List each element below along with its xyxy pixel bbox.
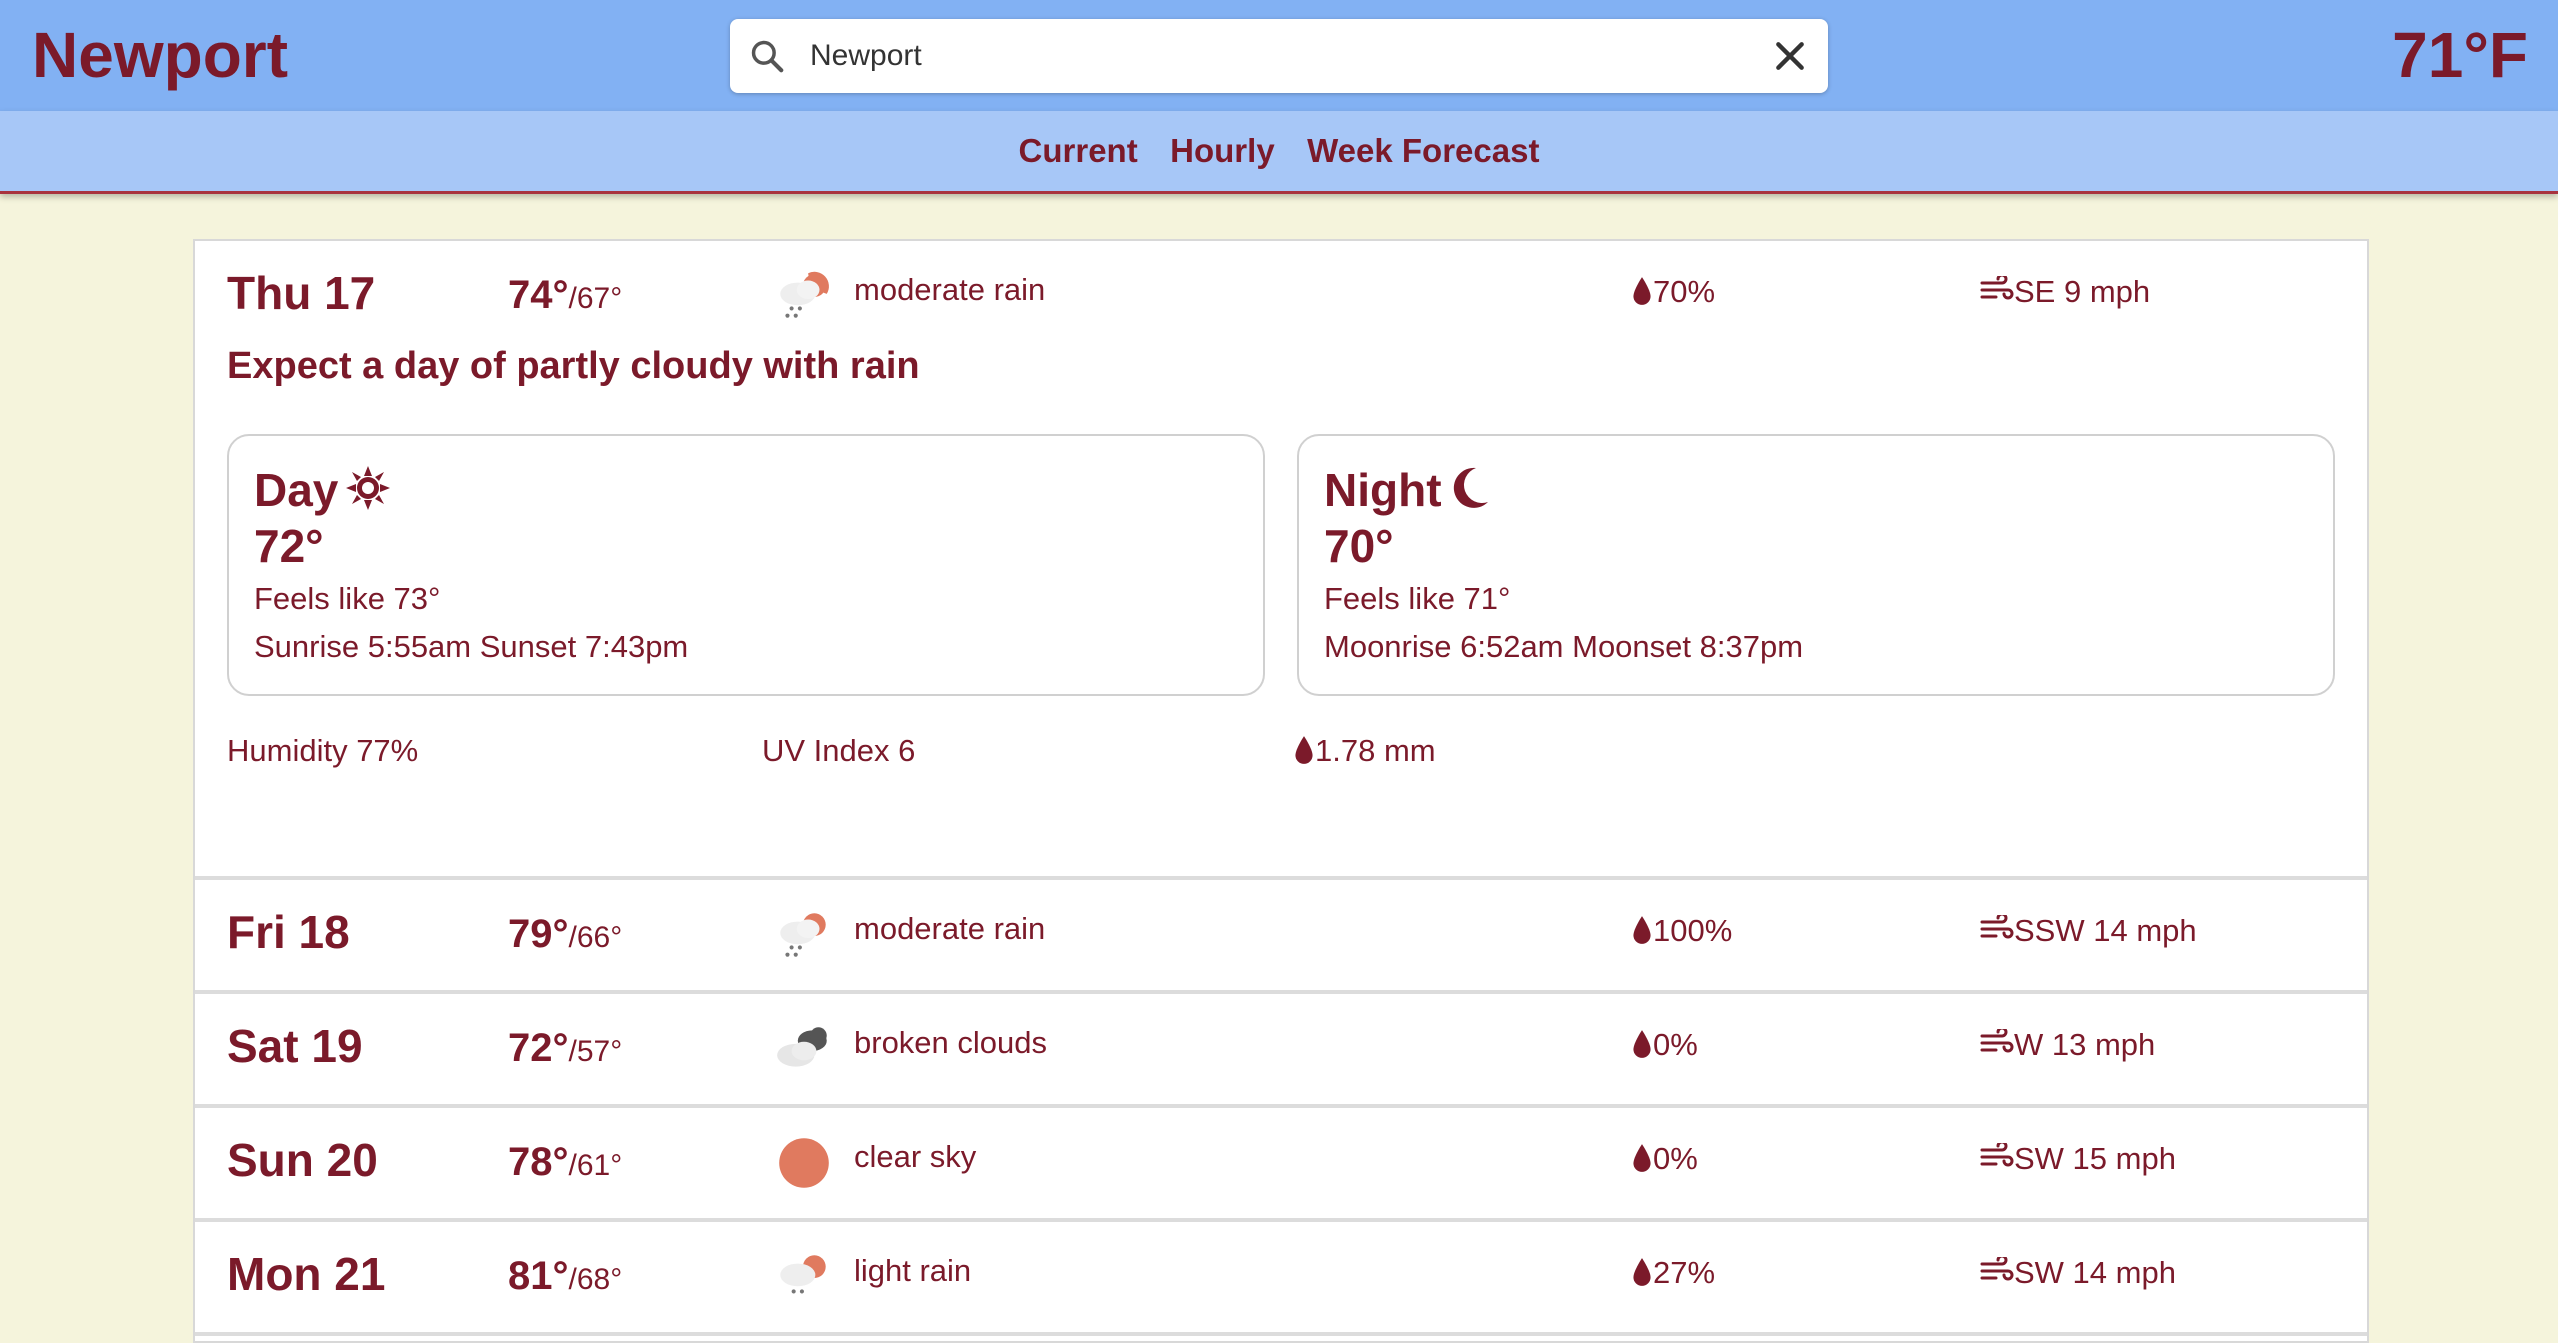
forecast-row[interactable]: Sun 20 78°/61° clear sky 0% SW 15 mph xyxy=(195,1108,2367,1222)
condition-text: clear sky xyxy=(854,1139,977,1174)
day-name: Fri 18 xyxy=(227,906,350,958)
raindrop-icon xyxy=(1633,916,1651,944)
forecast-row[interactable]: Mon 21 81°/68° light rain 27% SW 14 mph xyxy=(195,1222,2367,1336)
wind-info: SSW 14 mph xyxy=(1980,908,2197,954)
search-box[interactable] xyxy=(730,19,1828,93)
day-summary: Expect a day of partly cloudy with rain xyxy=(227,345,920,387)
precip-chance: 70% xyxy=(1631,269,1715,315)
clear-search-icon[interactable] xyxy=(1770,36,1810,76)
current-temperature: 71°F xyxy=(2392,19,2528,91)
uv-index: UV Index 6 xyxy=(762,733,916,768)
wind-icon xyxy=(1980,276,2014,300)
condition-text: moderate rain xyxy=(854,911,1046,946)
day-card-sunrise-sunset: Sunrise 5:55am Sunset 7:43pm xyxy=(254,629,689,664)
raindrop-icon xyxy=(1633,1258,1651,1286)
condition-text: broken clouds xyxy=(854,1025,1048,1060)
raindrop-icon xyxy=(1295,736,1313,764)
precip-chance: 0% xyxy=(1631,1136,1698,1182)
day-name: Sat 19 xyxy=(227,1020,363,1072)
temp-high-low: 78°/61° xyxy=(508,1140,623,1184)
day-card-title: Day xyxy=(254,460,392,520)
day-name: Thu 17 xyxy=(227,267,376,319)
raindrop-icon xyxy=(1633,1144,1651,1172)
night-card-title: Night xyxy=(1324,460,1492,520)
search-input[interactable] xyxy=(810,31,1690,81)
clear-sky-icon xyxy=(779,1138,829,1188)
raindrop-icon xyxy=(1633,277,1651,305)
wind-info: SW 15 mph xyxy=(1980,1136,2176,1182)
forecast-row-expanded[interactable]: Thu 17 74°/67° moderate rain 70% SE 9 mp… xyxy=(195,241,2367,880)
temp-high-low: 72°/57° xyxy=(508,1026,623,1070)
rain-amount: 1.78 mm xyxy=(1293,728,1436,774)
tab-current[interactable]: Current xyxy=(1019,111,1138,191)
wind-info: SE 9 mph xyxy=(1980,269,2150,315)
humidity: Humidity 77% xyxy=(227,733,419,768)
city-title: Newport xyxy=(32,19,288,91)
sun-icon xyxy=(346,466,391,510)
wind-icon xyxy=(1980,1143,2014,1167)
day-name: Mon 21 xyxy=(227,1248,386,1300)
day-card-feels-like: Feels like 73° xyxy=(254,581,441,616)
day-name: Sun 20 xyxy=(227,1134,378,1186)
night-card-feels-like: Feels like 71° xyxy=(1324,581,1511,616)
tab-hourly[interactable]: Hourly xyxy=(1170,111,1275,191)
wind-icon xyxy=(1980,1029,2014,1053)
precip-chance: 0% xyxy=(1631,1022,1698,1068)
rain-partly-cloudy-icon xyxy=(780,271,829,318)
forecast-panel: Thu 17 74°/67° moderate rain 70% SE 9 mp… xyxy=(193,239,2369,1343)
search-icon xyxy=(751,40,784,73)
temp-high-low: 81°/68° xyxy=(508,1254,623,1298)
precip-chance: 27% xyxy=(1631,1250,1715,1296)
top-bar: Newport 71°F xyxy=(0,0,2558,111)
night-card-moonrise-moonset: Moonrise 6:52am Moonset 8:37pm xyxy=(1324,629,1804,664)
broken-clouds-icon xyxy=(777,1027,827,1067)
night-card: Night 70° Feels like 71° Moonrise 6:52am… xyxy=(1297,434,2335,696)
night-card-temp: 70° xyxy=(1324,520,1394,572)
day-card: Day 72° Feels like 73° Sunrise 5:55am Su… xyxy=(227,434,1265,696)
day-card-temp: 72° xyxy=(254,520,324,572)
raindrop-icon xyxy=(1633,1030,1651,1058)
light-rain-icon xyxy=(780,1255,826,1294)
precip-chance: 100% xyxy=(1631,908,1732,954)
forecast-row[interactable]: Fri 18 79°/66° moderate rain 100% SSW 14… xyxy=(195,880,2367,994)
rain-partly-cloudy-icon xyxy=(780,913,826,957)
condition-text: moderate rain xyxy=(854,272,1046,307)
wind-info: W 13 mph xyxy=(1980,1022,2155,1068)
wind-icon xyxy=(1980,915,2014,939)
tab-week-forecast[interactable]: Week Forecast xyxy=(1307,111,1539,191)
wind-info: SW 14 mph xyxy=(1980,1250,2176,1296)
temp-high-low: 79°/66° xyxy=(508,912,623,956)
wind-icon xyxy=(1980,1257,2014,1281)
forecast-row[interactable]: Sat 19 72°/57° broken clouds 0% W 13 mph xyxy=(195,994,2367,1108)
condition-text: light rain xyxy=(854,1253,972,1288)
nav-bar: Current Hourly Week Forecast xyxy=(0,111,2558,194)
moon-icon xyxy=(1453,467,1488,508)
temp-high-low: 74°/67° xyxy=(508,273,623,317)
